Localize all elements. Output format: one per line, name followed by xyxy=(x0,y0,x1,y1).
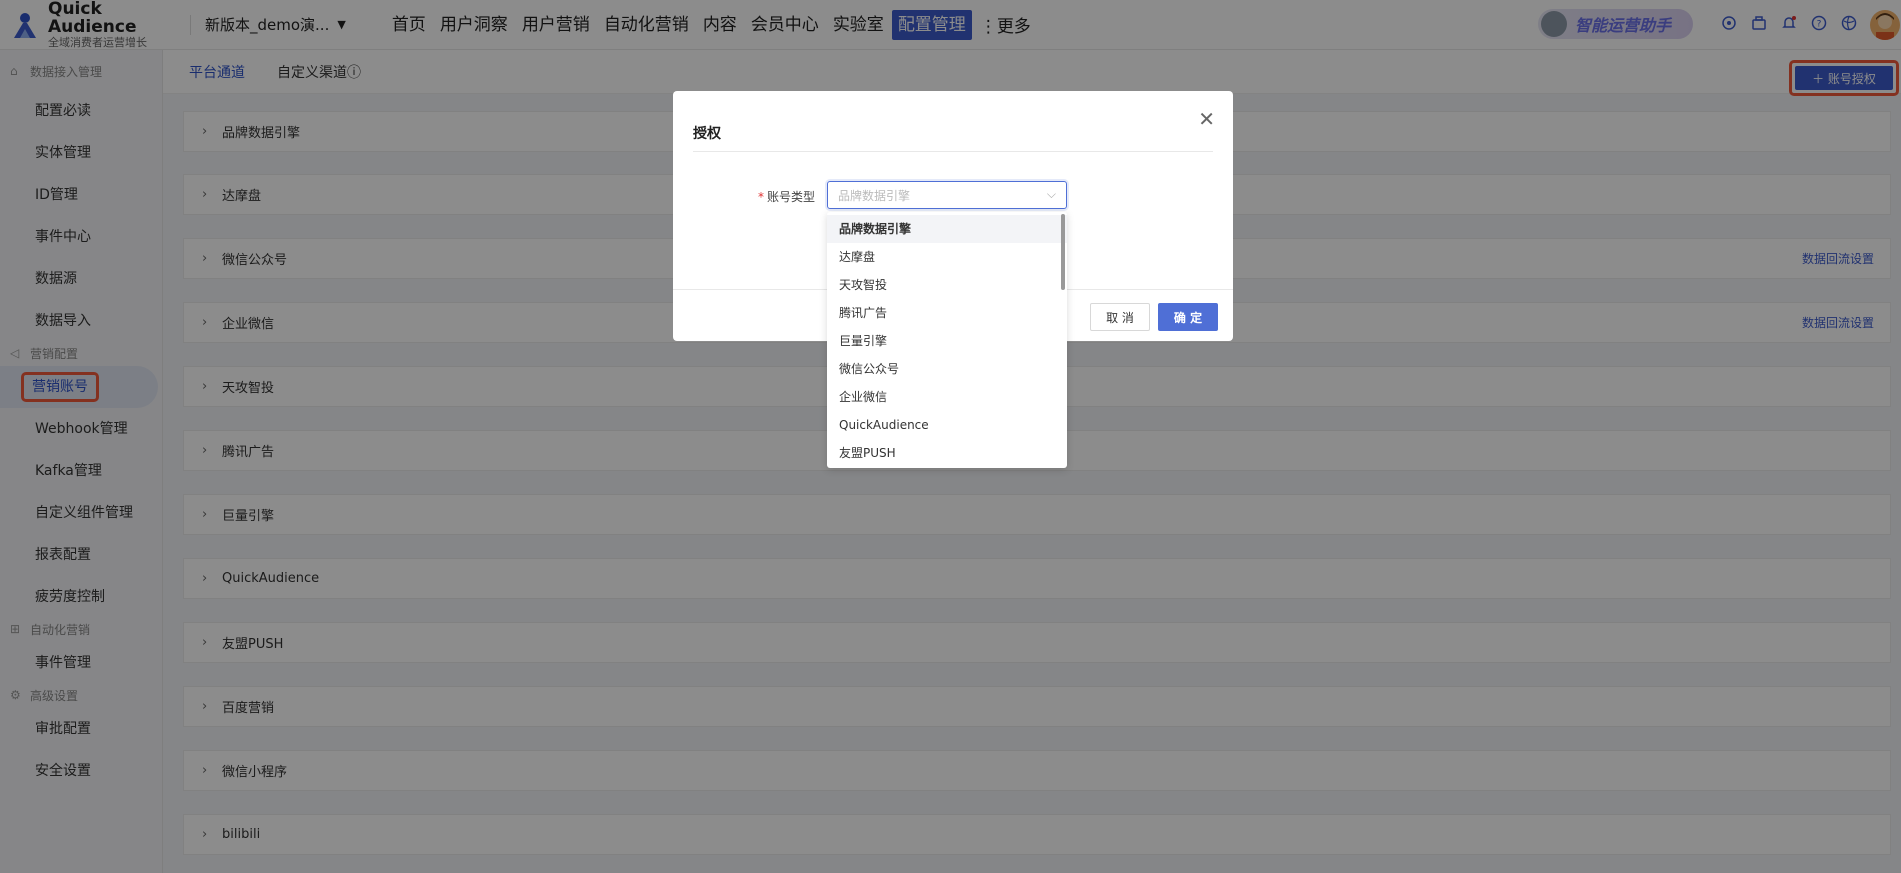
close-icon[interactable]: ✕ xyxy=(1198,107,1215,131)
account-type-dropdown: 品牌数据引擎 达摩盘 天攻智投 腾讯广告 巨量引擎 微信公众号 企业微信 Qui… xyxy=(827,212,1067,468)
confirm-button[interactable]: 确 定 xyxy=(1158,303,1218,331)
option-quickaudience[interactable]: QuickAudience xyxy=(827,411,1067,439)
account-type-select[interactable]: 品牌数据引擎 ⌵ xyxy=(827,181,1067,209)
scrollbar[interactable] xyxy=(1061,214,1065,290)
account-type-label: * 账号类型 xyxy=(758,190,816,204)
required-marker: * xyxy=(758,190,764,204)
option-brand-engine[interactable]: 品牌数据引擎 xyxy=(827,215,1067,243)
option-ocean-engine[interactable]: 巨量引擎 xyxy=(827,327,1067,355)
option-tencent-ads[interactable]: 腾讯广告 xyxy=(827,299,1067,327)
option-damopan[interactable]: 达摩盘 xyxy=(827,243,1067,271)
divider xyxy=(693,151,1213,152)
option-tiangong[interactable]: 天攻智投 xyxy=(827,271,1067,299)
select-placeholder: 品牌数据引擎 xyxy=(838,188,911,203)
cancel-button[interactable]: 取 消 xyxy=(1090,303,1150,331)
chevron-down-icon: ⌵ xyxy=(1046,187,1056,201)
option-wechat-oa[interactable]: 微信公众号 xyxy=(827,355,1067,383)
option-umeng-push[interactable]: 友盟PUSH xyxy=(827,439,1067,467)
option-wecom[interactable]: 企业微信 xyxy=(827,383,1067,411)
modal-title: 授权 xyxy=(693,126,721,142)
